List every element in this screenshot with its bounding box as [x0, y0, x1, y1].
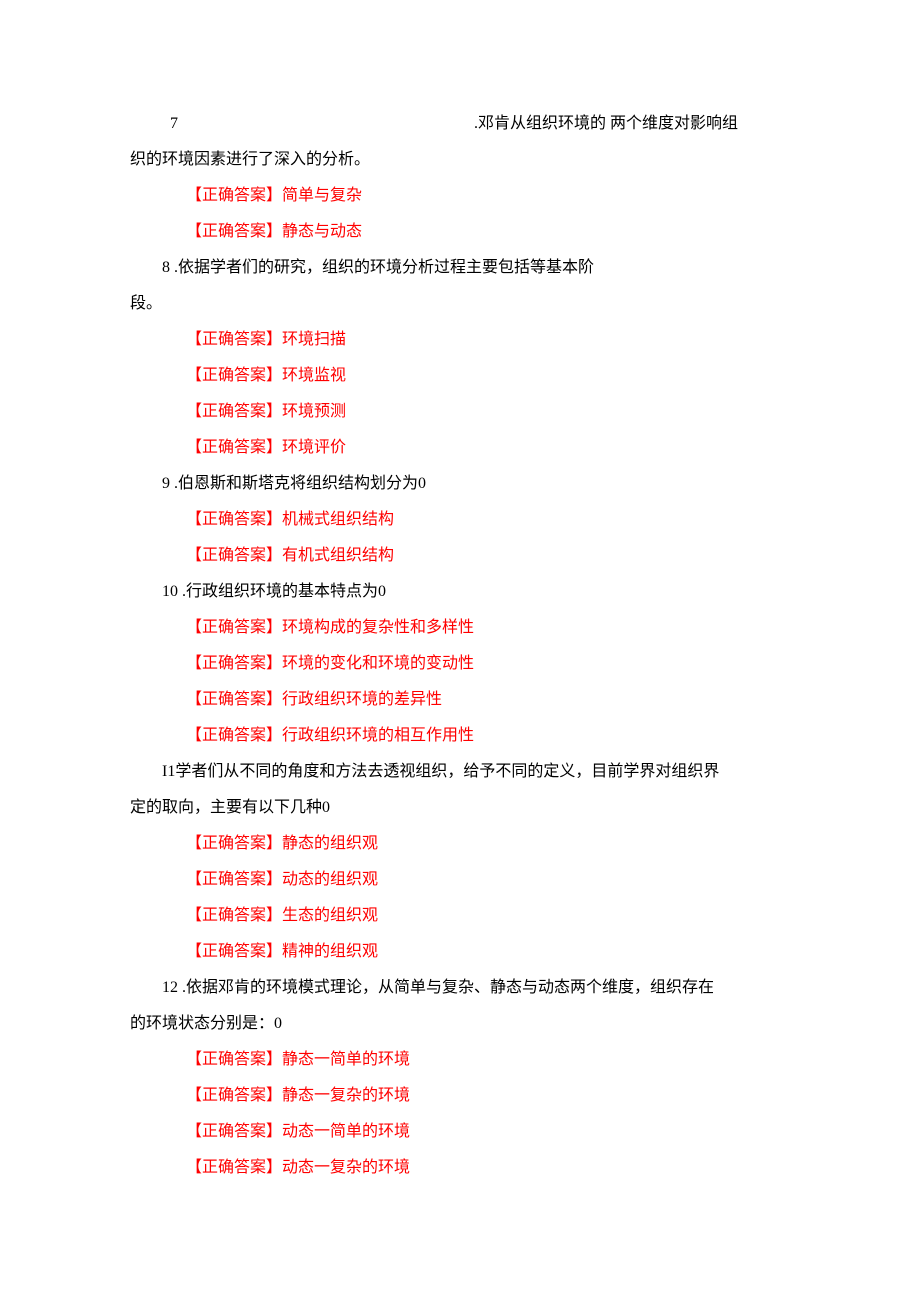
answer-9-1: 【正确答案】机械式组织结构 — [186, 508, 790, 532]
question-7-number: 7 — [130, 112, 178, 136]
question-9: 9 .伯恩斯和斯塔克将组织结构划分为0 — [130, 472, 790, 496]
answer-12-2: 【正确答案】静态一复杂的环境 — [186, 1084, 790, 1108]
answer-11-3: 【正确答案】生态的组织观 — [186, 904, 790, 928]
answer-10-3: 【正确答案】行政组织环境的差异性 — [186, 688, 790, 712]
answer-8-2: 【正确答案】环境监视 — [186, 364, 790, 388]
question-11-cont: 定的取向，主要有以下几种0 — [130, 796, 790, 820]
answer-8-4: 【正确答案】环境评价 — [186, 436, 790, 460]
document-page: 7 .邓肯从组织环境的 两个维度对影响组 织的环境因素进行了深入的分析。 【正确… — [0, 0, 920, 1252]
question-11: I1学者们从不同的角度和方法去透视组织，给予不同的定义，目前学界对组织界 — [130, 760, 790, 784]
answer-11-2: 【正确答案】动态的组织观 — [186, 868, 790, 892]
answer-10-2: 【正确答案】环境的变化和环境的变动性 — [186, 652, 790, 676]
answer-12-3: 【正确答案】动态一简单的环境 — [186, 1120, 790, 1144]
answer-12-4: 【正确答案】动态一复杂的环境 — [186, 1156, 790, 1180]
answer-9-2: 【正确答案】有机式组织结构 — [186, 544, 790, 568]
question-12: 12 .依据邓肯的环境模式理论，从简单与复杂、静态与动态两个维度，组织存在 — [130, 976, 790, 1000]
question-10: 10 .行政组织环境的基本特点为0 — [130, 580, 790, 604]
answer-10-4: 【正确答案】行政组织环境的相互作用性 — [186, 724, 790, 748]
question-8: 8 .依据学者们的研究，组织的环境分析过程主要包括等基本阶 — [130, 256, 790, 280]
answer-11-4: 【正确答案】精神的组织观 — [186, 940, 790, 964]
answer-8-1: 【正确答案】环境扫描 — [186, 328, 790, 352]
question-8-cont: 段。 — [130, 292, 790, 316]
answer-8-3: 【正确答案】环境预测 — [186, 400, 790, 424]
question-7-line1: 7 .邓肯从组织环境的 两个维度对影响组 — [130, 112, 790, 136]
question-7-line2: 织的环境因素进行了深入的分析。 — [130, 148, 790, 172]
answer-10-1: 【正确答案】环境构成的复杂性和多样性 — [186, 616, 790, 640]
answer-11-1: 【正确答案】静态的组织观 — [186, 832, 790, 856]
question-7-text-after: .邓肯从组织环境的 两个维度对影响组 — [474, 115, 738, 132]
question-12-cont: 的环境状态分别是：0 — [130, 1012, 790, 1036]
answer-7-1: 【正确答案】简单与复杂 — [186, 184, 790, 208]
answer-12-1: 【正确答案】静态一简单的环境 — [186, 1048, 790, 1072]
answer-7-2: 【正确答案】静态与动态 — [186, 220, 790, 244]
